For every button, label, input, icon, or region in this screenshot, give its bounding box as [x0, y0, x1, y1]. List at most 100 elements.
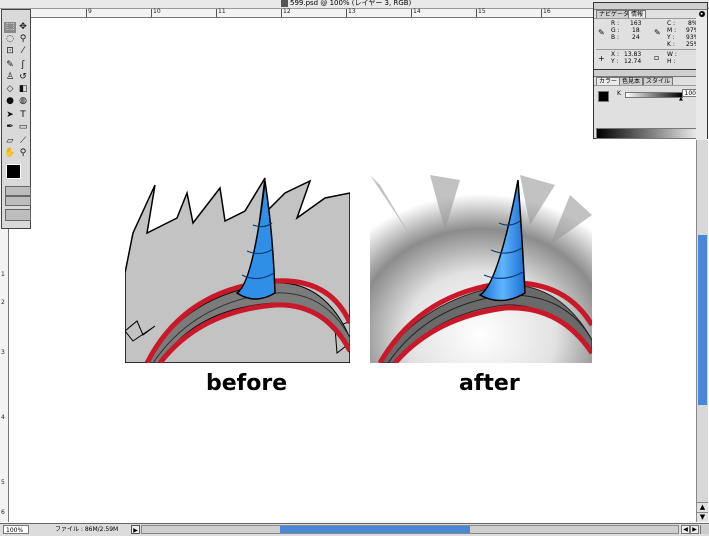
scroll-up-arrow-icon[interactable]: ▲ — [697, 502, 708, 512]
scroll-left-arrow-icon[interactable]: ◀ — [681, 525, 690, 534]
lasso-tool-icon[interactable]: ◌ — [4, 34, 16, 45]
horizontal-scroll-thumb[interactable] — [280, 526, 470, 533]
g-value: 18 — [632, 27, 640, 34]
magic-wand-tool-icon[interactable]: ⚲ — [17, 34, 29, 45]
marquee-tool-icon[interactable]: ⬚ — [4, 22, 16, 33]
healing-brush-tool-icon[interactable]: ✎ — [4, 60, 16, 71]
before-image — [125, 163, 350, 363]
b-label: B : — [611, 34, 620, 41]
jump-to-app-button[interactable] — [5, 209, 31, 221]
before-caption: before — [206, 371, 288, 396]
after-illustration — [370, 175, 592, 363]
info-palette: ナビゲータ 情報 ▸ ✎ R : 163 G : 18 B : 24 ✎ C :… — [593, 2, 708, 139]
type-tool-icon[interactable]: T — [17, 110, 29, 121]
eyedropper-icon: ✎ — [654, 28, 661, 37]
quick-mask-toggle[interactable] — [5, 186, 31, 196]
history-brush-tool-icon[interactable]: ↺ — [17, 72, 29, 83]
c-label: C : — [667, 20, 676, 27]
x-value: 13.83 — [624, 51, 642, 58]
x-label: X : — [611, 51, 620, 58]
crop-tool-icon[interactable]: ⊡ — [4, 46, 16, 57]
horizontal-scrollbar[interactable] — [141, 525, 679, 534]
foreground-swatch[interactable] — [598, 91, 609, 102]
scroll-right-arrow-icon[interactable]: ▶ — [690, 525, 699, 534]
scrollbar-track-top — [696, 17, 707, 140]
zoom-tool-icon[interactable]: ⚲ — [17, 148, 29, 159]
r-value: 163 — [630, 20, 642, 27]
shape-tool-icon[interactable]: ▭ — [17, 122, 29, 133]
ruler-tick — [541, 9, 542, 17]
y-coord-value: 12.74 — [624, 58, 642, 65]
vertical-scroll-thumb[interactable] — [698, 235, 707, 405]
path-select-tool-icon[interactable]: ➤ — [4, 110, 16, 121]
file-info: ファイル : 86M/2.59M — [55, 526, 119, 533]
color-palette-titlebar[interactable] — [594, 69, 707, 77]
after-image — [370, 175, 592, 363]
info-palette-titlebar[interactable] — [594, 3, 707, 10]
brush-tool-icon[interactable]: ʃ — [17, 60, 29, 71]
slice-tool-icon[interactable]: ⁄ — [17, 46, 29, 57]
gradient-tool-icon[interactable]: ◧ — [17, 84, 29, 95]
ruler-label: 2 — [1, 299, 5, 306]
status-bar: 100% ファイル : 86M/2.59M ▶ ◀ ▶ — [0, 523, 709, 536]
screen-mode-toggle[interactable] — [5, 196, 31, 206]
m-label: M : — [667, 27, 677, 34]
window-title: 599.psd @ 100% (レイヤー 3, RGB) — [290, 0, 412, 7]
divider — [594, 18, 707, 19]
crosshair-icon: + — [598, 54, 605, 63]
ruler-tick — [281, 9, 282, 17]
ruler-label: 12 — [283, 8, 291, 15]
ruler-tick — [346, 9, 347, 17]
ruler-label: 16 — [543, 8, 551, 15]
w-label: W : — [667, 51, 677, 58]
eyedropper-tool-icon[interactable]: ⟋ — [17, 136, 29, 147]
r-label: R : — [611, 20, 620, 27]
after-caption: after — [459, 371, 520, 396]
ruler-label: 15 — [478, 8, 486, 15]
ruler-tick — [216, 9, 217, 17]
color-ramp[interactable] — [596, 128, 707, 139]
g-label: G : — [611, 27, 620, 34]
y-label: Y : — [667, 34, 675, 41]
eyedropper-icon: ✎ — [598, 28, 605, 37]
selection-size-icon: ▫ — [654, 53, 660, 62]
ruler-label: 5 — [1, 479, 5, 486]
ruler-label: 10 — [153, 8, 161, 15]
dodge-tool-icon[interactable]: ● — [4, 96, 16, 107]
divider — [596, 49, 705, 50]
vertical-scrollbar[interactable]: ▲ ▼ — [696, 140, 708, 522]
foreground-color-swatch[interactable] — [6, 164, 21, 179]
ruler-tick — [151, 9, 152, 17]
ruler-label: 11 — [218, 8, 226, 15]
eraser-tool-icon[interactable]: ◇ — [4, 84, 16, 95]
blur-tool-icon[interactable]: ◍ — [17, 96, 29, 107]
divider — [594, 85, 707, 86]
zoom-field[interactable]: 100% — [3, 525, 29, 534]
ruler-label: 3 — [1, 349, 5, 356]
ruler-label: 14 — [413, 8, 421, 15]
document-icon — [281, 0, 288, 7]
h-label: H : — [667, 58, 676, 65]
before-illustration — [125, 177, 350, 363]
ruler-label: 6 — [1, 509, 5, 516]
status-menu-arrow-icon[interactable]: ▶ — [131, 525, 140, 534]
k-slider-label: K — [617, 90, 621, 97]
ruler-tick — [86, 9, 87, 17]
clone-stamp-tool-icon[interactable]: ♙ — [4, 72, 16, 83]
b-value: 24 — [632, 34, 640, 41]
ruler-label: 1 — [1, 271, 5, 278]
ruler-label: 13 — [348, 8, 356, 15]
toolbox: ⬚ ✥ ◌ ⚲ ⊡ ⁄ ✎ ʃ ♙ ↺ ◇ ◧ ● ◍ ➤ T ✒ ▭ ▱ ⟋ … — [1, 9, 31, 229]
pen-tool-icon[interactable]: ✒ — [4, 122, 16, 133]
ruler-label: 4 — [1, 414, 5, 421]
ruler-tick — [476, 9, 477, 17]
move-tool-icon[interactable]: ✥ — [17, 22, 29, 33]
hand-tool-icon[interactable]: ✋ — [4, 148, 16, 159]
ruler-tick — [411, 9, 412, 17]
ruler-label: 9 — [88, 8, 92, 15]
notes-tool-icon[interactable]: ▱ — [4, 136, 16, 147]
k-slider[interactable] — [625, 92, 683, 98]
scroll-down-arrow-icon[interactable]: ▼ — [697, 512, 708, 522]
slider-handle-icon[interactable]: ▲ — [679, 97, 683, 102]
resize-grip-icon[interactable] — [700, 525, 709, 534]
